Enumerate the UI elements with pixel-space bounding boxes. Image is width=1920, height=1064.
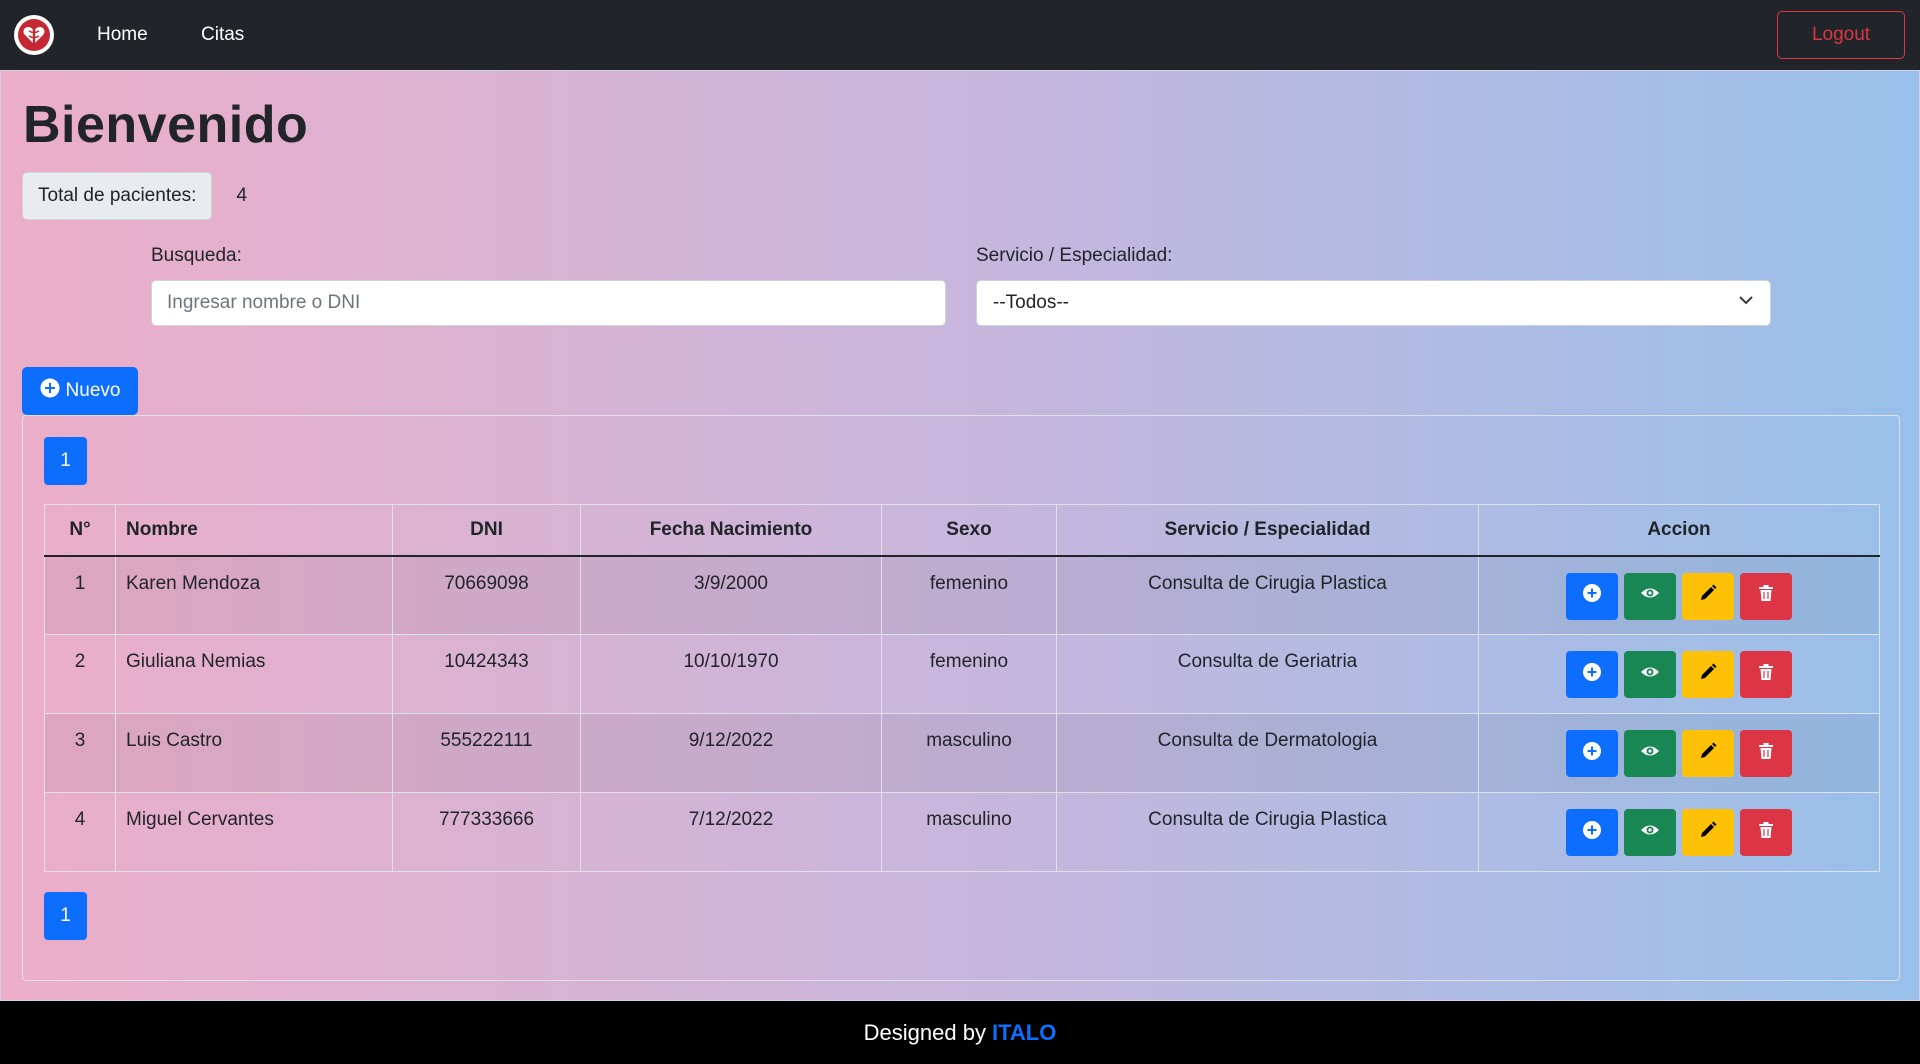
search-input[interactable] xyxy=(151,280,946,326)
cell-number: 1 xyxy=(44,555,116,635)
logout-button[interactable]: Logout xyxy=(1777,11,1905,59)
cell-birthdate: 3/9/2000 xyxy=(580,555,882,635)
top-navbar: Home Citas Logout xyxy=(0,0,1920,70)
cell-number: 2 xyxy=(44,634,116,714)
total-patients-group: Total de pacientes: 4 xyxy=(22,172,247,220)
cell-actions xyxy=(1478,713,1880,793)
pagination-page-top[interactable]: 1 xyxy=(44,437,87,485)
total-patients-value: 4 xyxy=(236,185,248,206)
trash-icon xyxy=(1757,821,1775,845)
delete-button[interactable] xyxy=(1740,730,1792,777)
footer-author: ITALO xyxy=(991,1019,1057,1045)
nav-home-link[interactable]: Home xyxy=(97,0,148,70)
edit-button[interactable] xyxy=(1682,651,1734,698)
pagination-page-bottom[interactable]: 1 xyxy=(44,892,87,940)
edit-button[interactable] xyxy=(1682,572,1734,620)
view-button[interactable] xyxy=(1624,572,1676,620)
new-patient-button[interactable]: Nuevo xyxy=(22,367,138,415)
cell-actions xyxy=(1478,555,1880,635)
pencil-icon xyxy=(1698,741,1718,767)
view-button[interactable] xyxy=(1624,809,1676,856)
total-patients-label: Total de pacientes: xyxy=(22,172,213,220)
cell-number: 3 xyxy=(44,713,116,793)
brand-logo[interactable] xyxy=(14,15,54,55)
cell-name: Miguel Cervantes xyxy=(115,792,393,872)
col-header-name: Nombre xyxy=(115,504,393,557)
cell-sex: femenino xyxy=(881,634,1057,714)
service-select-value: --Todos-- xyxy=(993,292,1070,313)
cell-name: Karen Mendoza xyxy=(115,555,393,635)
new-patient-label: Nuevo xyxy=(65,380,121,401)
cell-actions xyxy=(1478,634,1880,714)
table-header-row: N° Nombre DNI Fecha Nacimiento Sexo Serv… xyxy=(44,504,1880,557)
col-header-birthdate: Fecha Nacimiento xyxy=(580,504,882,557)
trash-icon xyxy=(1757,742,1775,766)
caduceus-heart-icon xyxy=(18,19,50,51)
col-header-dni: DNI xyxy=(392,504,581,557)
cell-birthdate: 7/12/2022 xyxy=(580,792,882,872)
trash-icon xyxy=(1757,663,1775,687)
cell-sex: femenino xyxy=(881,555,1057,635)
nav-citas-link[interactable]: Citas xyxy=(201,0,244,70)
plus-circle-icon xyxy=(40,378,60,404)
add-appointment-button[interactable] xyxy=(1566,809,1618,856)
cell-service: Consulta de Geriatria xyxy=(1056,634,1479,714)
pencil-icon xyxy=(1698,820,1718,846)
delete-button[interactable] xyxy=(1740,572,1792,620)
table-row: 3 Luis Castro 555222111 9/12/2022 mascul… xyxy=(44,713,1880,793)
cell-birthdate: 10/10/1970 xyxy=(580,634,882,714)
page-title: Bienvenido xyxy=(23,96,309,154)
service-select[interactable]: --Todos-- xyxy=(976,280,1771,326)
cell-dni: 10424343 xyxy=(392,634,581,714)
patients-table: N° Nombre DNI Fecha Nacimiento Sexo Serv… xyxy=(44,504,1880,872)
pencil-icon xyxy=(1698,662,1718,688)
edit-button[interactable] xyxy=(1682,730,1734,777)
pencil-icon xyxy=(1698,583,1718,609)
col-header-number: N° xyxy=(44,504,116,557)
eye-icon xyxy=(1640,583,1660,609)
cell-service: Consulta de Cirugia Plastica xyxy=(1056,555,1479,635)
cell-actions xyxy=(1478,792,1880,872)
plus-circle-icon xyxy=(1582,662,1602,688)
plus-circle-icon xyxy=(1582,741,1602,767)
cell-name: Luis Castro xyxy=(115,713,393,793)
cell-sex: masculino xyxy=(881,713,1057,793)
footer: Designed by ITALO xyxy=(0,1001,1920,1064)
service-filter-label: Servicio / Especialidad: xyxy=(976,245,1173,266)
trash-icon xyxy=(1757,584,1775,608)
cell-name: Giuliana Nemias xyxy=(115,634,393,714)
table-row: 2 Giuliana Nemias 10424343 10/10/1970 fe… xyxy=(44,634,1880,714)
add-appointment-button[interactable] xyxy=(1566,651,1618,698)
search-label: Busqueda: xyxy=(151,245,242,266)
table-row: 1 Karen Mendoza 70669098 3/9/2000 femeni… xyxy=(44,555,1880,635)
eye-icon xyxy=(1640,820,1660,846)
chevron-down-icon xyxy=(1738,292,1754,314)
edit-button[interactable] xyxy=(1682,809,1734,856)
col-header-sex: Sexo xyxy=(881,504,1057,557)
cell-number: 4 xyxy=(44,792,116,872)
col-header-action: Accion xyxy=(1478,504,1880,557)
cell-sex: masculino xyxy=(881,792,1057,872)
cell-dni: 555222111 xyxy=(392,713,581,793)
eye-icon xyxy=(1640,741,1660,767)
add-appointment-button[interactable] xyxy=(1566,730,1618,777)
table-row: 4 Miguel Cervantes 777333666 7/12/2022 m… xyxy=(44,792,1880,872)
cell-service: Consulta de Cirugia Plastica xyxy=(1056,792,1479,872)
cell-dni: 70669098 xyxy=(392,555,581,635)
add-appointment-button[interactable] xyxy=(1566,572,1618,620)
view-button[interactable] xyxy=(1624,651,1676,698)
cell-birthdate: 9/12/2022 xyxy=(580,713,882,793)
plus-circle-icon xyxy=(1582,583,1602,609)
main-content: Bienvenido Total de pacientes: 4 Busqued… xyxy=(0,70,1920,1001)
patients-panel: 1 N° Nombre DNI Fecha Nacimiento Sexo Se… xyxy=(22,415,1900,981)
delete-button[interactable] xyxy=(1740,809,1792,856)
plus-circle-icon xyxy=(1582,820,1602,846)
view-button[interactable] xyxy=(1624,730,1676,777)
col-header-service: Servicio / Especialidad xyxy=(1056,504,1479,557)
footer-text: Designed by xyxy=(863,1019,986,1045)
eye-icon xyxy=(1640,662,1660,688)
delete-button[interactable] xyxy=(1740,651,1792,698)
cell-service: Consulta de Dermatologia xyxy=(1056,713,1479,793)
cell-dni: 777333666 xyxy=(392,792,581,872)
